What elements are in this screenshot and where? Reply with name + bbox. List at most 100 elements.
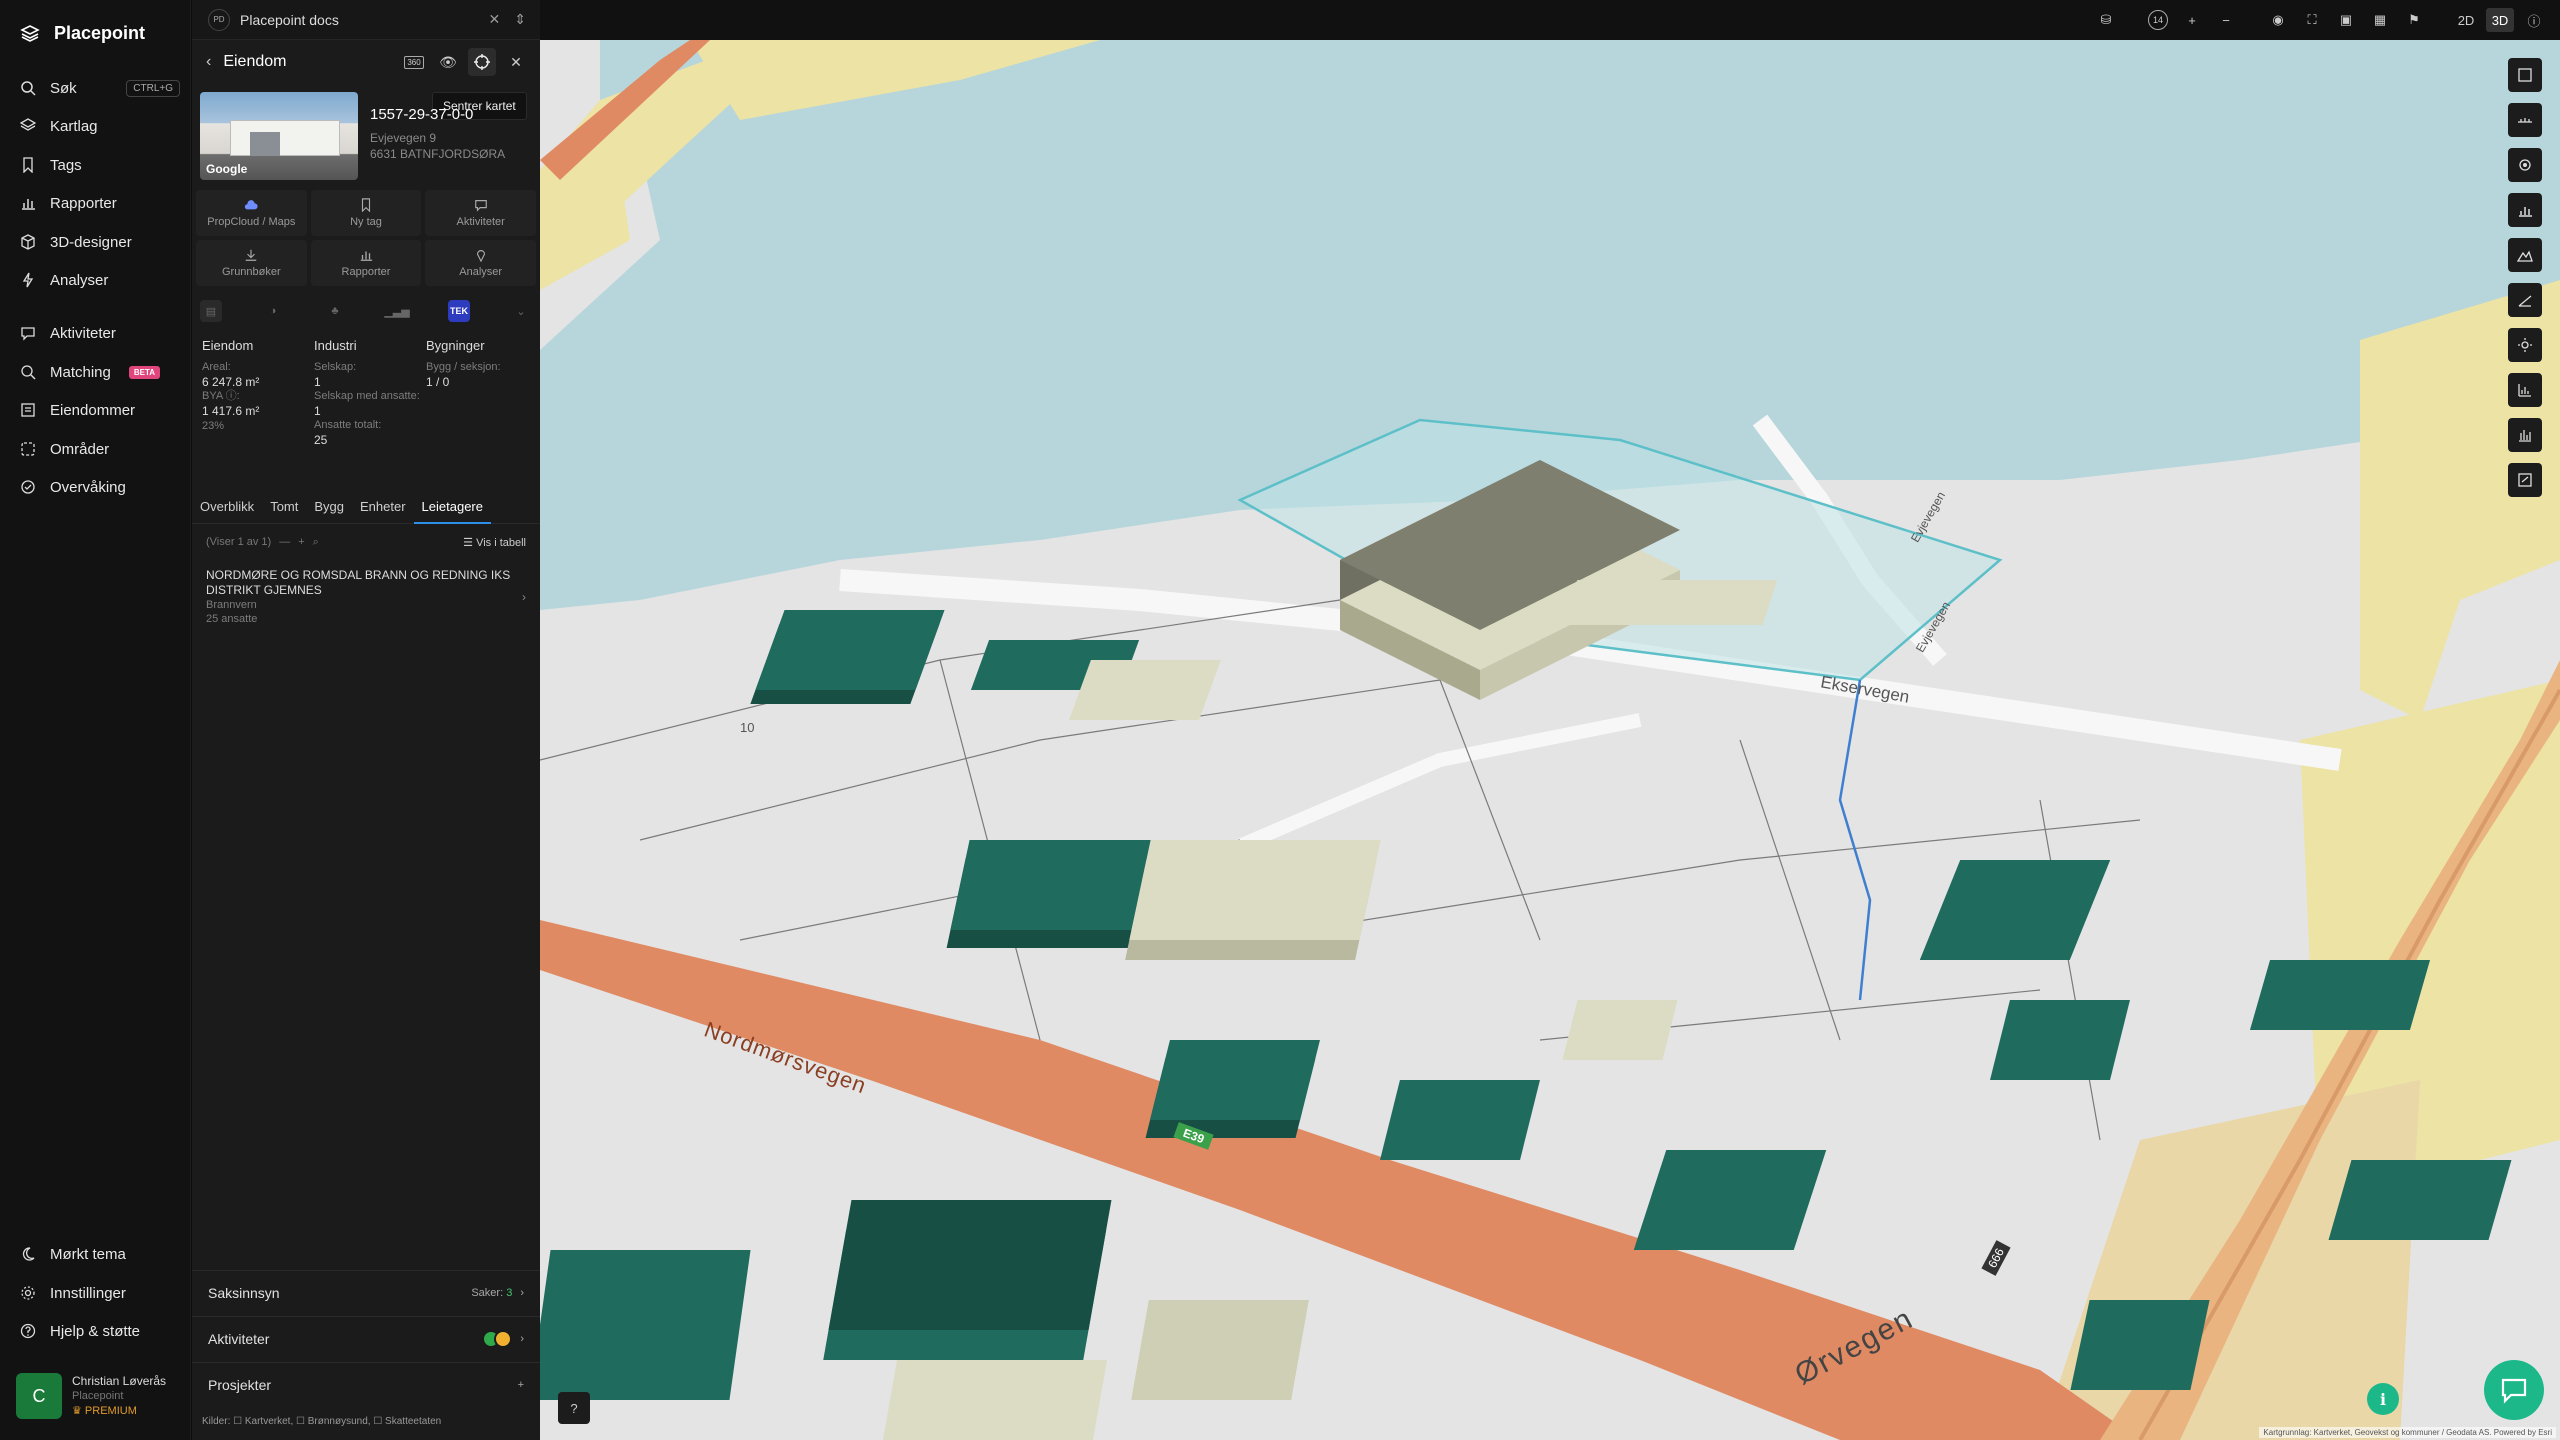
property-tabs: Overblikk Tomt Bygg Enheter Leietagere <box>192 496 540 524</box>
center-map-button[interactable] <box>468 48 496 76</box>
photo-door <box>250 132 280 156</box>
histogram-button[interactable] <box>2508 418 2542 452</box>
building[interactable] <box>2070 1300 2210 1390</box>
tab-tomt[interactable]: Tomt <box>262 496 306 524</box>
building[interactable] <box>755 610 945 690</box>
analyses-button[interactable]: Analyser <box>425 240 536 286</box>
chevron-updown-icon[interactable]: ⇕ <box>514 11 526 28</box>
eye-icon[interactable]: 👁 <box>434 48 462 76</box>
nav-item-matching[interactable]: Matching BETA <box>20 357 180 387</box>
section-aktiviteter[interactable]: Aktiviteter › <box>192 1316 540 1360</box>
map-help-button[interactable]: ? <box>558 1392 590 1424</box>
close-icon[interactable]: ✕ <box>502 48 530 76</box>
slope-button[interactable] <box>2508 283 2542 317</box>
building[interactable] <box>2328 1160 2512 1240</box>
grid-icon[interactable]: ▦ <box>2366 8 2394 32</box>
nav-item-help[interactable]: Hjelp & støtte <box>20 1316 180 1346</box>
info-icon[interactable]: ⓘ <box>2520 8 2548 32</box>
tek-badge[interactable]: TEK <box>448 300 470 322</box>
tab-enheter[interactable]: Enheter <box>352 496 414 524</box>
search-icon[interactable]: ⌕ <box>313 536 319 549</box>
nav-item-settings[interactable]: Innstillinger <box>20 1278 180 1308</box>
nav-item-sok[interactable]: Søk CTRL+G <box>20 73 180 103</box>
mode-3d-button[interactable]: 3D <box>2486 8 2514 32</box>
back-icon[interactable]: ‹ <box>206 53 211 71</box>
nav-item-kartlag[interactable]: Kartlag <box>20 111 180 141</box>
nav-item-overvaking[interactable]: Overvåking <box>20 472 180 502</box>
crowd-icon[interactable]: ♣ <box>324 300 346 322</box>
building[interactable] <box>1131 1300 1309 1400</box>
export-button[interactable] <box>2508 463 2542 497</box>
info-button[interactable]: i <box>2367 1383 2399 1415</box>
tab-leietagere[interactable]: Leietagere <box>413 496 491 524</box>
list-item[interactable]: NORDMØRE OG ROMSDAL BRANN OG REDNING IKS… <box>206 568 526 626</box>
tenant-category: Brannvern <box>206 599 257 611</box>
measure-distance-button[interactable] <box>2508 103 2542 137</box>
map-3d-view[interactable]: Nordmørsvegen Ørvegen Ekservegen Evjeveg… <box>540 40 2560 1440</box>
nav-item-tags[interactable]: Tags <box>20 150 180 180</box>
chart-tool-button[interactable] <box>2508 193 2542 227</box>
add-icon[interactable]: + <box>298 536 304 548</box>
activities-button[interactable]: Aktiviteter <box>425 190 536 236</box>
new-tag-button[interactable]: Ny tag <box>310 190 422 236</box>
nav-item-analyser[interactable]: Analyser <box>20 265 180 295</box>
building[interactable] <box>1380 1080 1540 1160</box>
propcloud-button[interactable]: PropCloud / Maps <box>196 190 307 236</box>
elevation-button[interactable] <box>2508 238 2542 272</box>
zoom-in-icon[interactable]: + <box>2178 8 2206 32</box>
show-in-table-button[interactable]: ☰ Vis i tabell <box>463 536 526 549</box>
building[interactable] <box>1633 1150 1827 1250</box>
collapse-icon[interactable]: — <box>279 536 290 548</box>
panel-tab[interactable]: PD Placepoint docs ✕ ⇕ <box>192 0 540 40</box>
tab-bygg[interactable]: Bygg <box>306 496 352 524</box>
building[interactable] <box>828 1200 1112 1330</box>
nav-item-aktiviteter[interactable]: Aktiviteter <box>20 318 180 348</box>
result-count: (Viser 1 av 1) <box>206 536 272 548</box>
add-project-icon[interactable]: + <box>518 1379 524 1391</box>
nav-item-3d-designer[interactable]: 3D-designer <box>20 227 180 257</box>
tab-overblikk[interactable]: Overblikk <box>192 496 262 524</box>
land-registry-button[interactable]: Grunnbøker <box>196 240 307 286</box>
nav-item-dark-theme[interactable]: Mørkt tema <box>20 1239 180 1269</box>
sun-shadow-button[interactable] <box>2508 328 2542 362</box>
building[interactable] <box>1990 1000 2130 1080</box>
measure-area-button[interactable] <box>2508 58 2542 92</box>
close-tab-icon[interactable]: ✕ <box>489 11 501 28</box>
doc-icon[interactable]: ▤ <box>200 300 222 322</box>
panel-title: Eiendom <box>223 53 287 70</box>
chat-button[interactable] <box>2484 1360 2544 1420</box>
nav-item-omrader[interactable]: Områder <box>20 434 180 464</box>
building[interactable] <box>1562 1000 1678 1060</box>
nav-item-rapporter[interactable]: Rapporter <box>20 188 180 218</box>
reports-button[interactable]: Rapporter <box>310 240 422 286</box>
action-grid: PropCloud / Maps Ny tag Aktiviteter Grun… <box>196 190 536 286</box>
eye-icon[interactable]: ◉ <box>2264 8 2292 32</box>
building[interactable] <box>1069 660 1221 720</box>
camera-icon[interactable]: ▣ <box>2332 8 2360 32</box>
profile-button[interactable] <box>2508 373 2542 407</box>
mode-2d-button[interactable]: 2D <box>2452 8 2480 32</box>
building[interactable] <box>882 1360 1108 1440</box>
street-view-360-button[interactable]: 360 <box>400 48 428 76</box>
signal-icon[interactable]: ▁▃▅ <box>384 300 409 322</box>
user-profile[interactable]: C Christian Løverås Placepoint ♛ PREMIUM <box>16 1370 182 1422</box>
building[interactable] <box>2249 960 2431 1030</box>
more-icon[interactable]: ⌄ <box>510 300 532 322</box>
view-analysis-button[interactable] <box>2508 148 2542 182</box>
building[interactable] <box>540 1250 751 1400</box>
building[interactable] <box>1562 580 1778 625</box>
building[interactable] <box>1150 1040 1320 1120</box>
section-saksinnsyn[interactable]: Saksinnsyn Saker: 3 › <box>192 1270 540 1314</box>
bookmark-icon[interactable]: ⚑ <box>2400 8 2428 32</box>
areal-label: Areal: <box>202 361 231 373</box>
globe-icon[interactable]: ◑ <box>262 300 284 322</box>
building[interactable] <box>1129 840 1381 940</box>
street-view-photo[interactable]: Google <box>200 92 358 180</box>
layers-toggle-icon[interactable]: ⛁ <box>2092 8 2120 32</box>
nav-item-eiendommer[interactable]: Eiendommer <box>20 395 180 425</box>
zoom-out-icon[interactable]: − <box>2212 8 2240 32</box>
section-prosjekter[interactable]: Prosjekter + <box>192 1362 540 1406</box>
brand[interactable]: Placepoint <box>20 18 145 48</box>
fullscreen-icon[interactable]: ⛶ <box>2298 8 2326 32</box>
